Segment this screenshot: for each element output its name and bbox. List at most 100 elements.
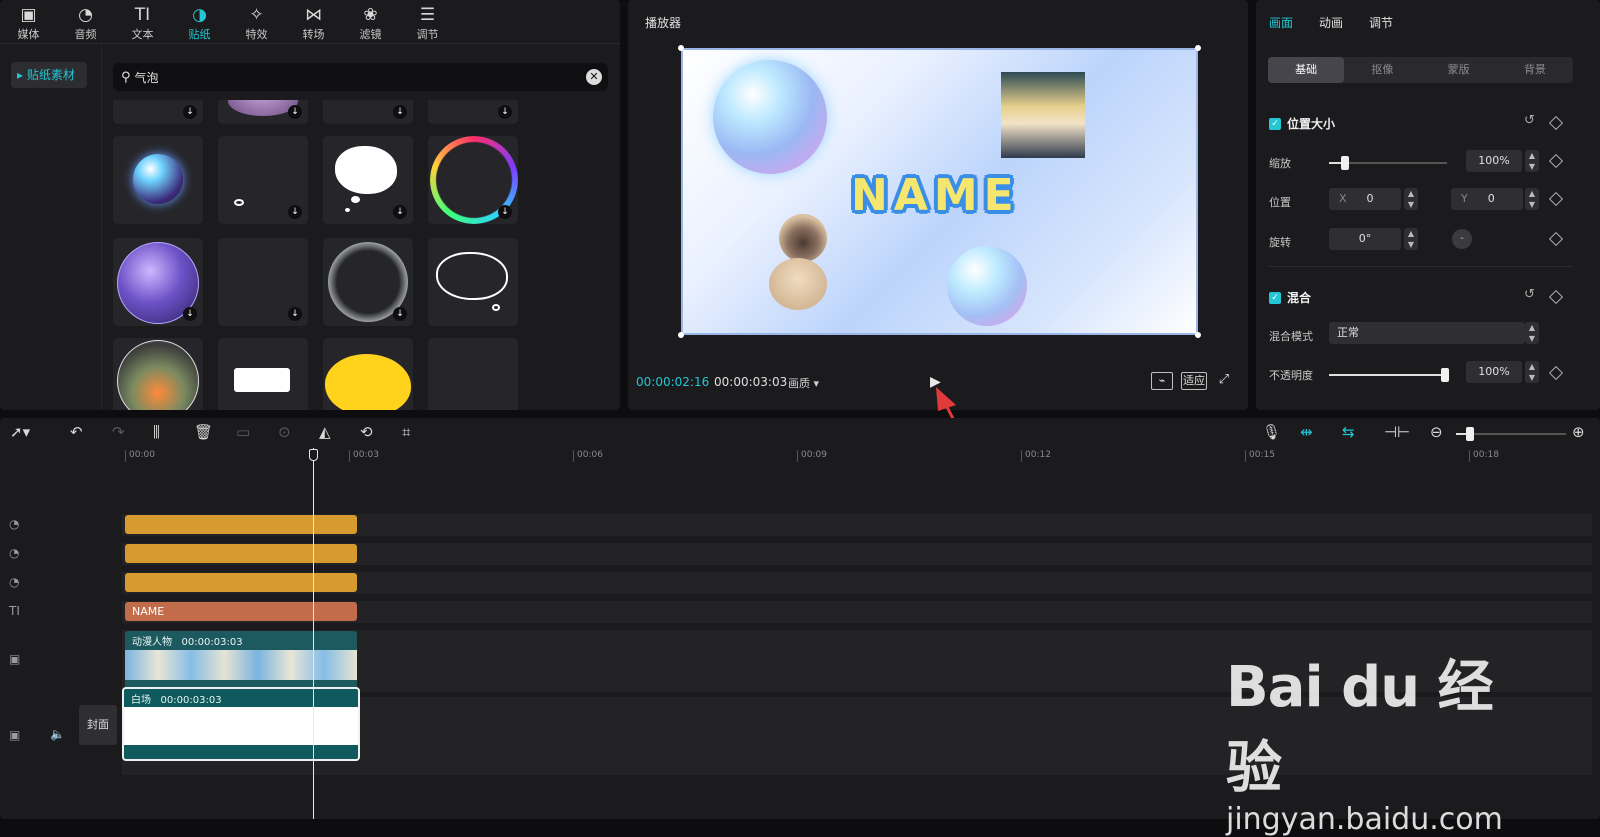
tab-audio[interactable]: ◔ 音频 — [57, 0, 114, 43]
download-icon[interactable]: ↓ — [498, 205, 512, 219]
segment-background[interactable]: 背景 — [1497, 57, 1573, 83]
bubble-sticker-large[interactable] — [713, 60, 827, 174]
undo-icon[interactable]: ↶ — [70, 423, 83, 441]
opacity-value[interactable]: 100% — [1466, 361, 1522, 383]
delete-icon[interactable]: 🗑 — [194, 423, 213, 441]
freeze-icon[interactable]: ▭ — [236, 423, 250, 441]
position-y-field[interactable]: Y0 — [1451, 188, 1523, 210]
select-tool-icon[interactable]: ➚▾ — [10, 423, 30, 441]
download-icon[interactable]: ↓ — [183, 105, 197, 119]
sticker-item[interactable]: ↓ — [323, 238, 413, 326]
sticker-item[interactable]: ↓ — [428, 100, 518, 124]
preview-canvas[interactable]: NAME — [681, 48, 1198, 335]
position-x-field[interactable]: X0 — [1329, 188, 1401, 210]
sticker-item[interactable]: ↓ — [218, 238, 308, 326]
reset-icon[interactable]: ↺ — [1524, 113, 1535, 128]
keyframe-icon[interactable] — [1548, 115, 1564, 131]
scale-value[interactable]: 100% — [1466, 150, 1522, 172]
tab-media[interactable]: ▣ 媒体 — [0, 0, 57, 43]
keyframe-icon[interactable] — [1548, 231, 1564, 247]
download-icon[interactable]: ↓ — [288, 307, 302, 321]
playhead[interactable] — [313, 448, 314, 819]
tab-text[interactable]: TI 文本 — [114, 0, 171, 43]
sticker-item[interactable]: ↓ — [113, 100, 203, 124]
sticker-clip[interactable] — [125, 573, 357, 592]
y-stepper[interactable]: ▲ ▼ — [1525, 188, 1539, 210]
sticker-item[interactable] — [428, 338, 518, 410]
download-icon[interactable]: ↓ — [393, 307, 407, 321]
tab-filter[interactable]: ❀ 滤镜 — [342, 0, 399, 43]
rotate-dial-icon[interactable]: - — [1452, 229, 1472, 249]
x-stepper[interactable]: ▲ ▼ — [1404, 188, 1418, 210]
download-icon[interactable]: ↓ — [288, 205, 302, 219]
sticker-item[interactable] — [113, 338, 203, 410]
zoom-slider[interactable] — [1456, 427, 1566, 441]
sticker-item[interactable]: ↓ — [218, 100, 308, 124]
blend-mode-stepper[interactable]: ▲ ▼ — [1525, 322, 1539, 344]
download-icon[interactable]: ↓ — [288, 105, 302, 119]
zoom-in-icon[interactable]: ⊕ — [1572, 423, 1585, 441]
sticker-item[interactable]: ↓ — [218, 136, 308, 224]
sticker-clip[interactable] — [125, 544, 357, 563]
fullscreen-icon[interactable]: ⤢ — [1216, 372, 1232, 390]
checkbox-blend[interactable]: ✓ — [1269, 291, 1281, 304]
keyframe-icon[interactable] — [1548, 191, 1564, 207]
download-icon[interactable]: ↓ — [183, 307, 197, 321]
snap-icon[interactable]: ⇹ — [1300, 423, 1313, 441]
sidebar-item-sticker-assets[interactable]: ▸ 贴纸素材 — [11, 62, 87, 88]
preview-axis-icon[interactable]: ⊣⊢ — [1384, 423, 1410, 441]
blend-mode-select[interactable]: 正常 — [1329, 322, 1525, 344]
scale-stepper[interactable]: ▲ ▼ — [1525, 150, 1539, 172]
opacity-slider[interactable] — [1329, 368, 1449, 382]
link-icon[interactable]: ⇆ — [1342, 423, 1355, 441]
clear-search-icon[interactable]: ✕ — [586, 69, 602, 85]
sticker-item[interactable]: ↓ — [323, 136, 413, 224]
zoom-out-icon[interactable]: ⊖ — [1430, 423, 1443, 441]
tab-adjust[interactable]: ☰ 调节 — [399, 0, 456, 43]
keyframe-icon[interactable] — [1548, 153, 1564, 169]
rotate-stepper[interactable]: ▲ ▼ — [1404, 228, 1418, 250]
segment-mask[interactable]: 蒙版 — [1421, 57, 1497, 83]
rotate-icon[interactable]: ⟲ — [360, 423, 373, 441]
timeline-ruler[interactable]: 00:00 00:03 00:06 00:09 00:12 00:15 00:1… — [125, 448, 1595, 464]
text-clip[interactable]: NAME — [125, 602, 357, 621]
search-input[interactable]: ⚲ 气泡 ✕ — [113, 63, 608, 91]
playhead-handle[interactable] — [309, 449, 318, 461]
bubble-sticker-small[interactable] — [947, 246, 1027, 326]
main-clip[interactable]: 白场 00:00:03:03 — [122, 687, 360, 761]
sticker-item[interactable] — [218, 338, 308, 410]
opacity-stepper[interactable]: ▲ ▼ — [1525, 361, 1539, 383]
crop-icon[interactable]: ⌗ — [402, 423, 410, 441]
sticker-item[interactable]: ↓ — [323, 100, 413, 124]
tab-effects[interactable]: ✧ 特效 — [228, 0, 285, 43]
mirror-icon[interactable]: ◭ — [319, 423, 331, 441]
microphone-icon[interactable]: 🎙 — [1262, 423, 1281, 441]
scale-slider[interactable] — [1329, 156, 1447, 170]
tab-transition[interactable]: ⋈ 转场 — [285, 0, 342, 43]
tab-picture[interactable]: 画面 — [1269, 14, 1293, 31]
cover-button[interactable]: 封面 — [79, 705, 117, 745]
waveform-button[interactable]: ⌁ — [1151, 372, 1173, 390]
sticker-item[interactable] — [323, 338, 413, 410]
download-icon[interactable]: ↓ — [393, 205, 407, 219]
segment-cutout[interactable]: 抠像 — [1344, 57, 1420, 83]
tab-animation[interactable]: 动画 — [1319, 14, 1343, 31]
redo-icon[interactable]: ↷ — [112, 423, 125, 441]
tab-adjust[interactable]: 调节 — [1369, 14, 1393, 31]
preview-name-text[interactable]: NAME — [851, 170, 1020, 221]
segment-basic[interactable]: 基础 — [1268, 57, 1345, 83]
sticker-item[interactable] — [428, 238, 518, 326]
sticker-item[interactable] — [113, 136, 203, 224]
keyframe-icon[interactable] — [1548, 289, 1564, 305]
sticker-clip[interactable] — [125, 515, 357, 534]
download-icon[interactable]: ↓ — [498, 105, 512, 119]
video-clip[interactable]: 动漫人物 00:00:03:03 — [125, 631, 357, 689]
sticker-item[interactable]: ↓ — [113, 238, 203, 326]
tab-sticker[interactable]: ◑ 贴纸 — [171, 0, 228, 43]
quality-dropdown[interactable]: 画质 ▾ — [788, 375, 819, 391]
fit-button[interactable]: 适应 — [1181, 372, 1207, 390]
sticker-item[interactable]: ↓ — [428, 136, 518, 224]
reverse-icon[interactable]: ⊙ — [278, 423, 291, 441]
pug-sticker[interactable] — [763, 210, 837, 310]
download-icon[interactable]: ↓ — [393, 105, 407, 119]
